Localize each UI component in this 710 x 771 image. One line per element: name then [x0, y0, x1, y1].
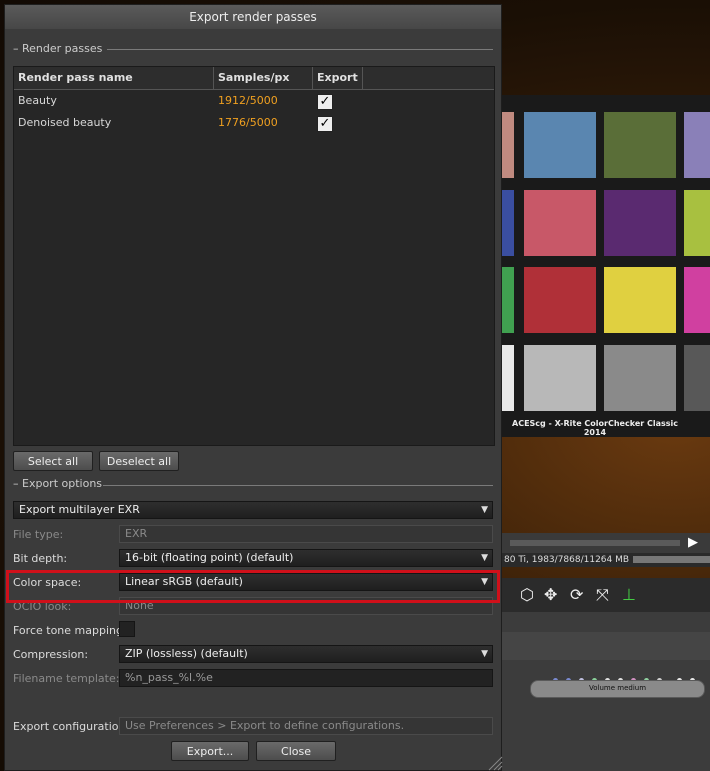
export-configuration-select: Use Preferences > Export to define confi… — [119, 717, 493, 735]
file-type-value: EXR — [125, 527, 148, 540]
table-row[interactable]: Denoised beauty 1776/5000 ✓ — [14, 112, 494, 134]
color-space-highlight — [6, 570, 500, 603]
bit-depth-select[interactable]: 16-bit (floating point) (default) ▼ — [119, 549, 493, 567]
pass-samples: 1776/5000 — [218, 116, 278, 129]
filename-template-value: %n_pass_%l.%e — [125, 671, 213, 684]
node-graph-header — [500, 632, 710, 660]
color-swatch — [524, 267, 596, 333]
color-swatch — [684, 345, 710, 411]
color-swatch — [684, 112, 710, 178]
force-tone-mapping-checkbox[interactable] — [119, 621, 135, 637]
viewport-caption: ACEScg - X-Rite ColorChecker Classic 201… — [512, 419, 678, 437]
color-swatch — [502, 267, 514, 333]
color-swatch — [502, 112, 514, 178]
divider — [107, 49, 493, 50]
column-header-name[interactable]: Render pass name — [14, 67, 214, 89]
export-mode-select[interactable]: Export multilayer EXR ▼ — [13, 501, 493, 519]
volume-medium-node[interactable]: Volume medium — [530, 680, 705, 698]
color-swatch — [604, 345, 676, 411]
close-button[interactable]: Close — [256, 741, 336, 761]
export-configuration-label: Export configuration: — [13, 720, 130, 733]
filename-template-label: Filename template: — [13, 672, 120, 685]
color-swatch — [524, 112, 596, 178]
fit-icon[interactable]: ⤧ — [596, 585, 609, 605]
color-swatch — [524, 190, 596, 256]
bit-depth-value: 16-bit (floating point) (default) — [125, 551, 294, 564]
export-configuration-placeholder: Use Preferences > Export to define confi… — [125, 719, 405, 732]
color-swatch — [524, 345, 596, 411]
gpu-status: 80 Ti, 1983/7868/11264 MB — [500, 553, 710, 567]
render-pass-table: Render pass name Samples/px Export Beaut… — [13, 66, 495, 446]
color-swatch — [684, 190, 710, 256]
color-swatch — [604, 190, 676, 256]
export-options-group-title: – Export options — [13, 477, 103, 490]
table-row[interactable]: Beauty 1912/5000 ✓ — [14, 90, 494, 112]
dropdown-arrow-icon: ▼ — [481, 505, 488, 515]
export-render-passes-dialog: Export render passes – Render passes Ren… — [4, 4, 503, 771]
column-header-export[interactable]: Export — [313, 67, 363, 89]
deselect-all-button[interactable]: Deselect all — [99, 451, 179, 471]
compression-select[interactable]: ZIP (lossless) (default) ▼ — [119, 645, 493, 663]
column-header-samples[interactable]: Samples/px — [214, 67, 313, 89]
color-swatch — [502, 345, 514, 411]
compression-value: ZIP (lossless) (default) — [125, 647, 248, 660]
rotate-icon[interactable]: ⟳ — [570, 585, 583, 604]
memory-bar — [633, 556, 710, 563]
compression-label: Compression: — [13, 648, 89, 661]
table-header: Render pass name Samples/px Export — [14, 67, 494, 90]
color-swatch — [502, 190, 514, 256]
viewport-toolbar: ⬡ ✥ ⟳ ⤧ ⊥ — [500, 578, 710, 612]
bit-depth-label: Bit depth: — [13, 552, 68, 565]
color-swatch — [604, 112, 676, 178]
filename-template-input[interactable]: %n_pass_%l.%e — [119, 669, 493, 687]
color-swatch — [684, 267, 710, 333]
pass-name: Denoised beauty — [18, 116, 112, 129]
color-swatch — [604, 267, 676, 333]
dialog-title: Export render passes — [5, 5, 501, 29]
export-checkbox[interactable]: ✓ — [317, 116, 333, 132]
cube-icon[interactable]: ⬡ — [520, 585, 534, 604]
export-mode-value: Export multilayer EXR — [19, 503, 140, 516]
play-icon[interactable]: ▶ — [688, 535, 698, 550]
pass-name: Beauty — [18, 94, 57, 107]
gpu-status-text: 80 Ti, 1983/7868/11264 MB — [504, 555, 630, 565]
file-type-label: File type: — [13, 528, 64, 541]
timeline-track[interactable] — [510, 540, 680, 546]
pass-samples: 1912/5000 — [218, 94, 278, 107]
resize-grip-icon[interactable] — [485, 753, 503, 771]
render-passes-group-title: – Render passes — [13, 42, 103, 55]
dropdown-arrow-icon: ▼ — [481, 553, 488, 563]
timeline-bar[interactable] — [500, 533, 710, 553]
file-type-field: EXR — [119, 525, 493, 543]
render-viewport[interactable] — [500, 95, 710, 437]
export-button[interactable]: Export... — [171, 741, 249, 761]
select-all-button[interactable]: Select all — [13, 451, 93, 471]
axis-icon[interactable]: ⊥ — [622, 585, 636, 604]
export-checkbox[interactable]: ✓ — [317, 94, 333, 110]
move-icon[interactable]: ✥ — [544, 585, 557, 604]
divider — [103, 485, 493, 486]
force-tone-mapping-label: Force tone mapping: — [13, 624, 127, 637]
dropdown-arrow-icon: ▼ — [481, 649, 488, 659]
